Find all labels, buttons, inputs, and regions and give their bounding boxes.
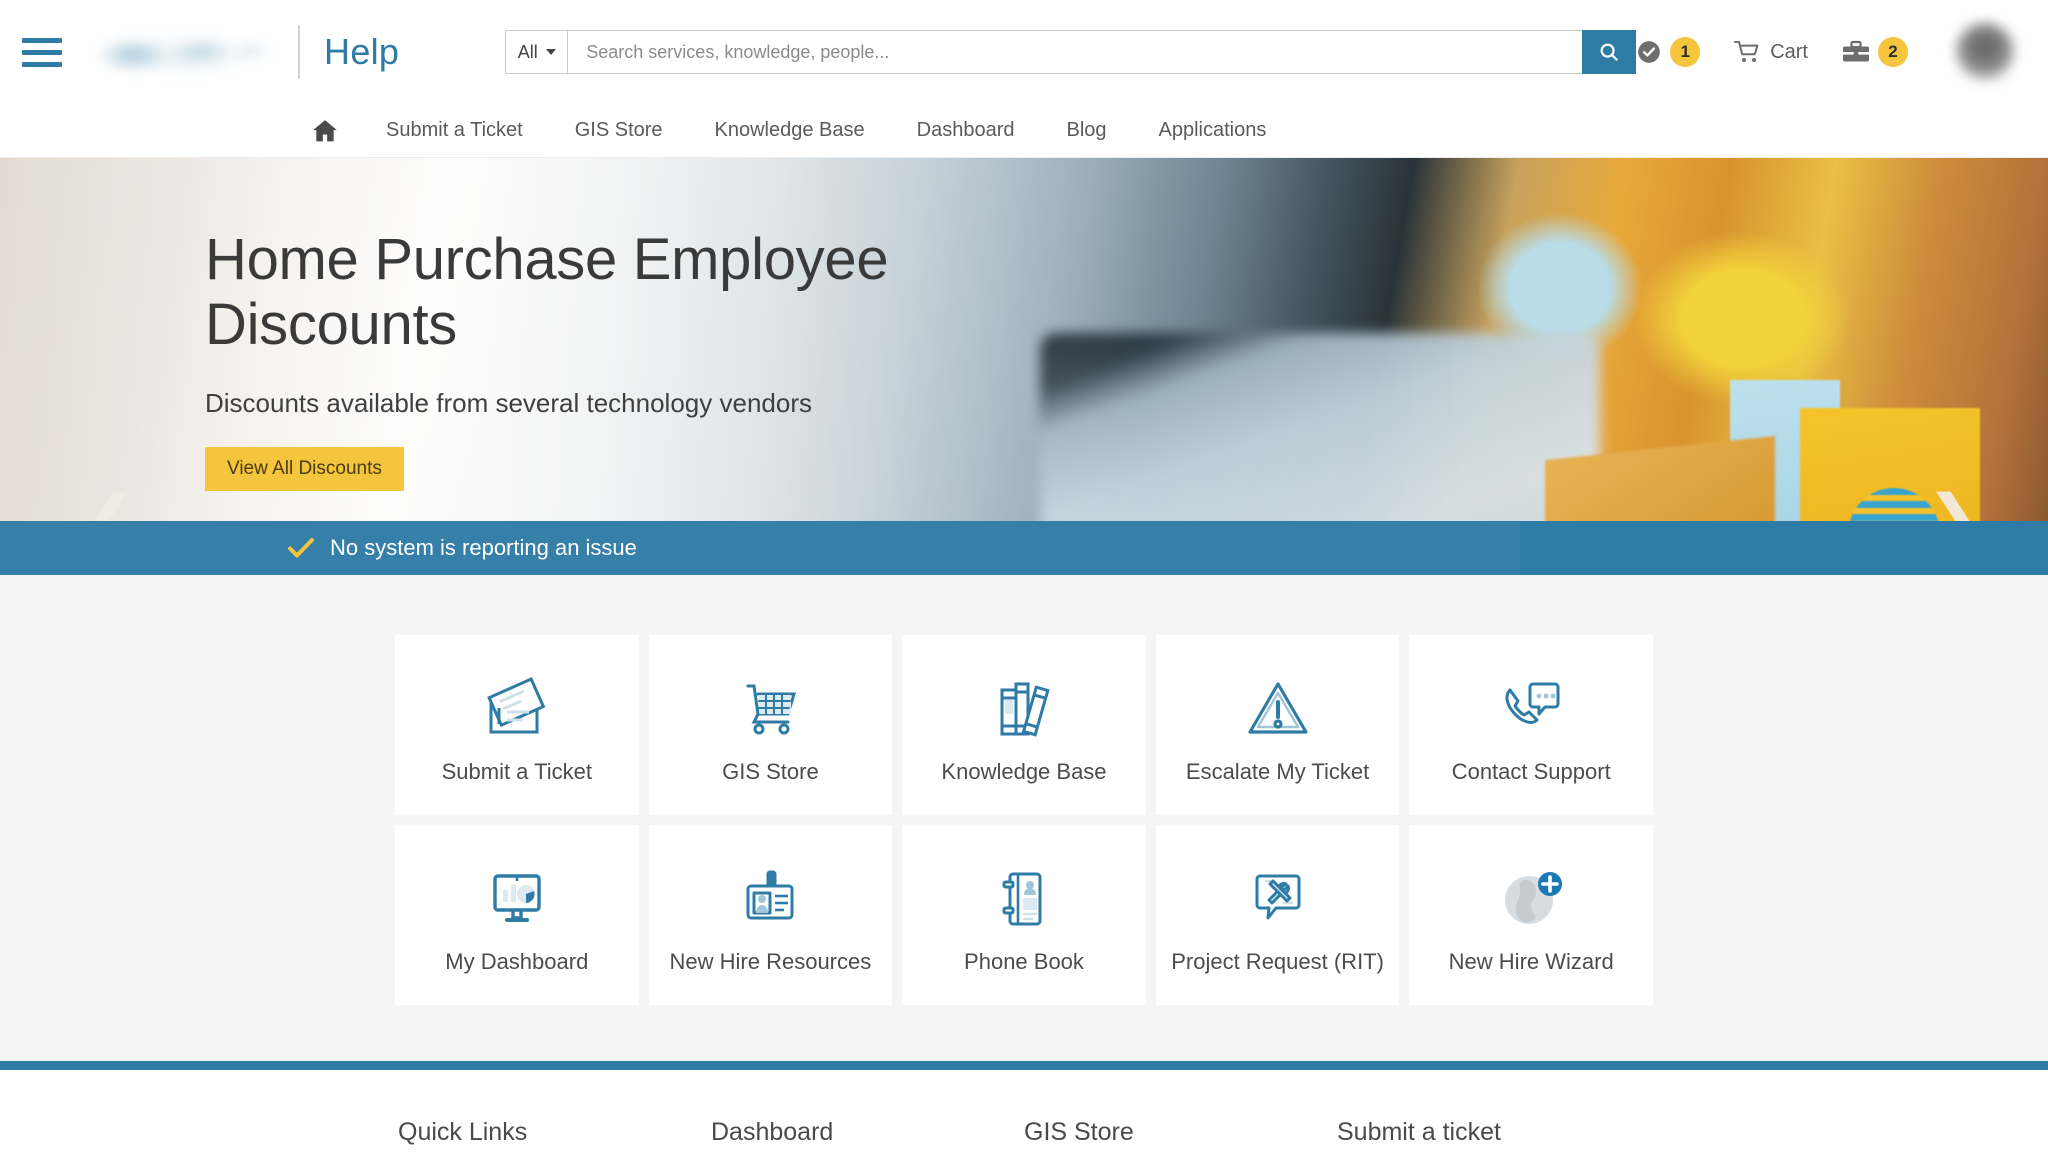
requests-badge: 2: [1878, 37, 1908, 67]
tile-label: Knowledge Base: [941, 759, 1107, 784]
user-avatar[interactable]: [1956, 23, 2014, 81]
cart-label: Cart: [1770, 40, 1808, 63]
footer-column-gis-store: GIS Store My Saved Carts: [1024, 1118, 1337, 1155]
tickets-icon: [479, 665, 555, 753]
status-banner-inner: [0, 521, 1520, 575]
tools-bubble-icon: [1240, 855, 1316, 943]
hero-subtitle: Discounts available from several technol…: [205, 387, 812, 418]
logo-divider: [298, 25, 301, 79]
tile-knowledge-base[interactable]: Knowledge Base: [902, 635, 1146, 815]
search-submit-button[interactable]: [1582, 30, 1637, 74]
tile-gis-store[interactable]: GIS Store: [648, 635, 893, 815]
tile-new-hire-wizard[interactable]: New Hire Wizard: [1409, 825, 1653, 1005]
tile-label: Project Request (RIT): [1171, 949, 1384, 974]
status-text: No system is reporting an issue: [330, 535, 637, 560]
books-icon: [986, 665, 1062, 753]
approvals-badge: 1: [1670, 37, 1701, 67]
tile-label: Escalate My Ticket: [1185, 759, 1370, 784]
approvals-button[interactable]: 1: [1636, 37, 1701, 67]
top-header: Help All 1 Cart: [0, 0, 2048, 104]
tile-new-hire-resources[interactable]: New Hire Resources: [648, 825, 893, 1005]
footer: Quick Links Campus Maps Dashboard Dashbo…: [0, 1070, 2048, 1155]
tile-label: Contact Support: [1451, 759, 1611, 784]
tile-label: Phone Book: [964, 949, 1084, 974]
footer-column-quick-links: Quick Links Campus Maps: [398, 1118, 711, 1155]
footer-heading: Submit a ticket: [1337, 1118, 1501, 1146]
cart-icon: [1734, 41, 1759, 62]
tile-label: GIS Store: [722, 759, 819, 784]
nav-item-dashboard[interactable]: Dashboard: [891, 119, 1041, 142]
tile-label: New Hire Wizard: [1448, 949, 1614, 974]
help-link[interactable]: Help: [324, 31, 399, 73]
tile-label: My Dashboard: [445, 949, 589, 974]
search-scope-label: All: [517, 41, 538, 62]
shopping-cart-icon: [732, 665, 808, 753]
tiles-grid: Submit a Ticket GIS Store Knowledge Base…: [395, 635, 1653, 1005]
hamburger-bar: [22, 49, 63, 55]
nav-item-blog[interactable]: Blog: [1040, 119, 1132, 142]
nav-item-gis-store[interactable]: GIS Store: [549, 119, 689, 142]
hamburger-menu-icon[interactable]: [16, 29, 68, 75]
address-book-icon: [986, 855, 1062, 943]
quick-links-section: Submit a Ticket GIS Store Knowledge Base…: [0, 575, 2048, 1061]
person-add-icon: [1493, 855, 1569, 943]
tile-label: New Hire Resources: [669, 949, 872, 974]
view-all-discounts-button[interactable]: View All Discounts: [205, 446, 404, 491]
search-input[interactable]: [567, 30, 1583, 74]
status-content: No system is reporting an issue: [288, 535, 637, 561]
nav-item-home[interactable]: [290, 119, 360, 143]
carousel-next-button[interactable]: ❯: [1929, 488, 1976, 522]
hamburger-bar: [22, 37, 63, 43]
tile-my-dashboard[interactable]: My Dashboard: [395, 825, 639, 1005]
nav-item-applications[interactable]: Applications: [1133, 119, 1293, 142]
nav-item-submit-a-ticket[interactable]: Submit a Ticket: [360, 119, 549, 142]
tile-submit-a-ticket[interactable]: Submit a Ticket: [395, 635, 639, 815]
footer-heading: Dashboard: [711, 1118, 834, 1146]
footer-column-submit-a-ticket: Submit a ticket Escalate my ticket: [1337, 1118, 1650, 1155]
requests-button[interactable]: 2: [1842, 37, 1908, 67]
tile-contact-support[interactable]: Contact Support: [1409, 635, 1653, 815]
hero-carousel: Lenovo ❮ ❯ Home Purchase Employee Discou…: [0, 158, 2048, 521]
search-icon: [1600, 43, 1619, 62]
header-actions: 1 Cart 2: [1636, 23, 2014, 81]
search-bar: All: [505, 30, 1637, 74]
tile-label: Submit a Ticket: [441, 759, 592, 784]
main-navigation: Submit a Ticket GIS Store Knowledge Base…: [0, 104, 2048, 158]
hero-content: Home Purchase Employee Discounts Discoun…: [205, 227, 905, 491]
hero-title: Home Purchase Employee Discounts: [205, 227, 889, 357]
home-icon: [313, 119, 337, 141]
search-scope-dropdown[interactable]: All: [505, 30, 568, 74]
footer-heading: Quick Links: [398, 1118, 528, 1146]
cart-button[interactable]: Cart: [1734, 40, 1808, 64]
system-status-banner: No system is reporting an issue: [0, 521, 2048, 575]
nav-item-knowledge-base[interactable]: Knowledge Base: [689, 119, 891, 142]
organization-logo[interactable]: [86, 21, 275, 83]
hamburger-bar: [22, 61, 63, 67]
footer-heading: GIS Store: [1024, 1118, 1134, 1146]
footer-columns: Quick Links Campus Maps Dashboard Dashbo…: [398, 1118, 1650, 1155]
tile-phone-book[interactable]: Phone Book: [902, 825, 1146, 1005]
monitor-chart-icon: [479, 855, 555, 943]
footer-column-dashboard: Dashboard Dashboard Home: [711, 1118, 1024, 1155]
id-badge-icon: [732, 855, 808, 943]
carousel-prev-button[interactable]: ❮: [88, 488, 135, 522]
footer-divider: [0, 1061, 2048, 1070]
briefcase-icon: [1843, 40, 1869, 61]
checkmark-icon: [288, 538, 314, 558]
tile-escalate-my-ticket[interactable]: Escalate My Ticket: [1155, 635, 1400, 815]
warning-triangle-icon: [1240, 665, 1316, 753]
check-circle-icon: [1638, 41, 1661, 63]
chevron-down-icon: [545, 49, 556, 55]
phone-chat-icon: [1493, 665, 1569, 753]
tile-project-request-rit[interactable]: Project Request (RIT): [1155, 825, 1400, 1005]
